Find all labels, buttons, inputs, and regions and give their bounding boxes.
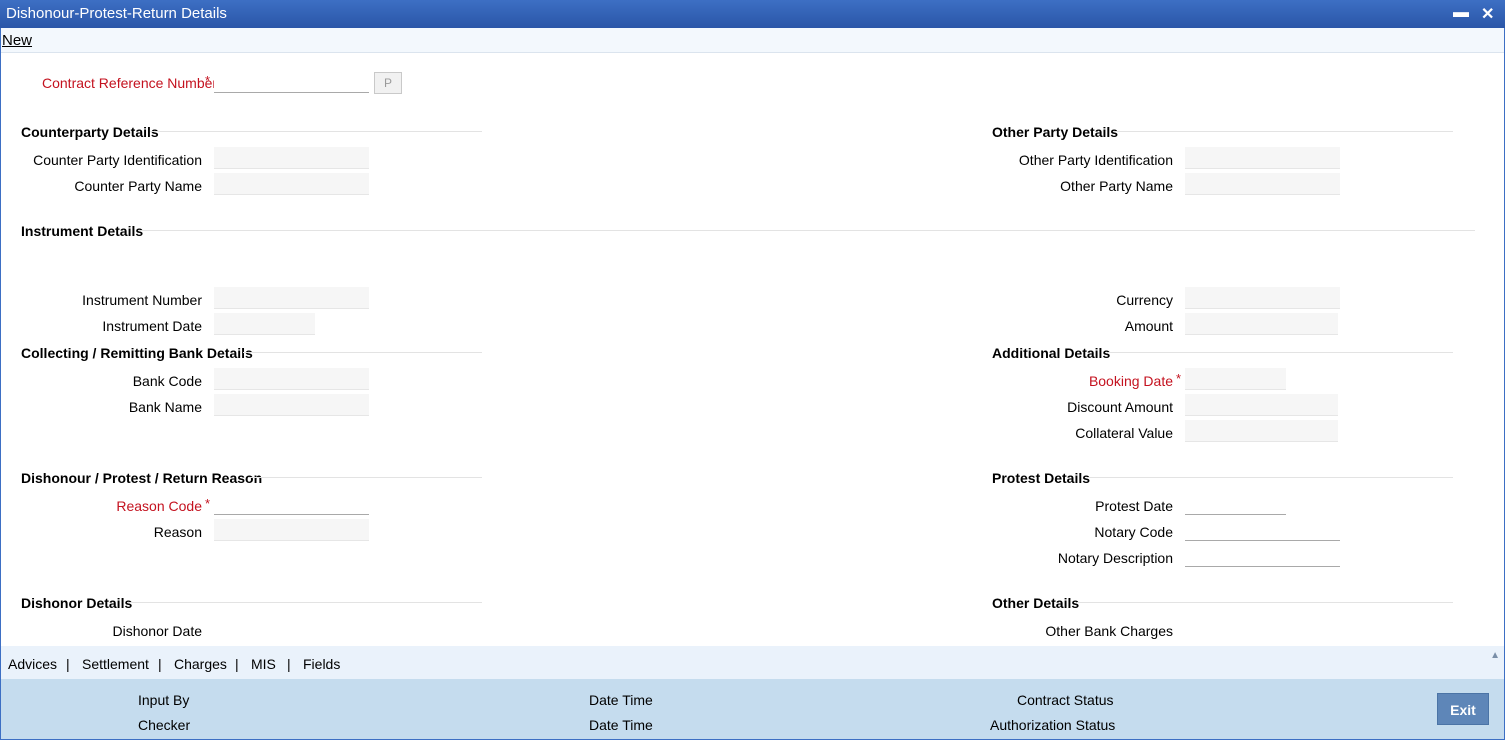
other-party-name-label: Other Party Name [1060,178,1173,194]
section-divider [248,477,482,478]
pick-contract-button[interactable]: P [374,72,402,94]
dishonor-date-label: Dishonor Date [112,623,203,639]
section-divider [1087,477,1453,478]
instrument-number-field [214,287,369,309]
additional-section-heading: Additional Details [992,345,1111,361]
section-divider [1077,602,1453,603]
counter-party-id-field [214,147,369,169]
dishonor-section-heading: Dishonor Details [21,595,133,611]
subsystem-tab-bar: Advices | Settlement | Charges | MIS | F… [1,646,1504,679]
tab-charges[interactable]: Charges [174,656,227,672]
notary-description-label: Notary Description [1057,550,1173,566]
audit-footer: Input By Checker Date Time Date Time Con… [1,679,1504,739]
currency-field [1185,287,1340,309]
counter-party-id-label: Counter Party Identification [33,152,202,168]
date-time-label: Date Time [589,717,653,733]
contract-reference-label: Contract Reference Number [42,75,218,91]
section-divider [138,230,1475,231]
other-party-section-heading: Other Party Details [992,124,1119,140]
bank-name-field [214,394,369,416]
tab-separator: | [235,656,239,672]
tab-advices[interactable]: Advices [8,656,57,672]
discount-amount-label: Discount Amount [1067,399,1173,415]
authorization-status-label: Authorization Status [990,717,1116,733]
protest-section-heading: Protest Details [992,470,1091,486]
contract-status-label: Contract Status [1017,692,1114,708]
counterparty-section-heading: Counterparty Details [21,124,159,140]
tab-fields[interactable]: Fields [303,656,340,672]
tab-separator: | [66,656,70,672]
collateral-value-label: Collateral Value [1075,425,1173,441]
other-party-id-label: Other Party Identification [1018,152,1173,168]
bank-code-label: Bank Code [132,373,202,389]
menu-bar: New [1,28,1504,53]
booking-date-field [1185,368,1286,390]
bank-name-label: Bank Name [128,399,202,415]
bank-code-field [214,368,369,390]
instrument-date-label: Instrument Date [102,318,202,334]
counter-party-name-field [214,173,369,195]
checker-label: Checker [138,717,191,733]
instrument-section-heading: Instrument Details [21,223,144,239]
reason-section-heading: Dishonour / Protest / Return Reason [21,470,263,486]
protest-date-input[interactable] [1185,493,1286,515]
tab-separator: | [158,656,162,672]
amount-label: Amount [1124,318,1173,334]
reason-label: Reason [153,524,202,540]
bank-section-heading: Collecting / Remitting Bank Details [21,345,253,361]
tab-mis[interactable]: MIS [251,656,276,672]
notary-code-input[interactable] [1185,519,1340,541]
required-marker: * [205,73,211,88]
section-divider [127,602,482,603]
counter-party-name-label: Counter Party Name [74,178,202,194]
required-marker: * [205,496,211,511]
window-title: Dishonour-Protest-Return Details [6,5,227,22]
collateral-value-field [1185,420,1338,442]
exit-button[interactable]: Exit [1437,693,1489,725]
currency-label: Currency [1116,292,1173,308]
section-divider [1113,131,1453,132]
booking-date-label: Booking Date [1088,373,1173,389]
protest-date-label: Protest Date [1095,498,1173,514]
input-by-label: Input By [138,692,190,708]
reason-field [214,519,369,541]
other-party-name-field [1185,173,1340,195]
reason-code-label: Reason Code [116,498,202,514]
required-marker: * [1176,371,1182,386]
tab-settlement[interactable]: Settlement [82,656,149,672]
close-icon[interactable]: ✕ [1481,4,1494,24]
other-party-id-field [1185,147,1340,169]
tab-separator: | [287,656,291,672]
notary-code-label: Notary Code [1094,524,1173,540]
window-titlebar: Dishonour-Protest-Return Details ▬ ✕ [0,0,1505,28]
amount-field [1185,313,1338,335]
date-time-label: Date Time [589,692,653,708]
contract-reference-input[interactable] [214,71,369,93]
instrument-number-label: Instrument Number [82,292,202,308]
other-bank-charges-label: Other Bank Charges [1045,623,1173,639]
instrument-date-field [214,313,315,335]
reason-code-input[interactable] [214,493,369,515]
section-divider [150,131,482,132]
minimize-icon[interactable]: ▬ [1453,4,1469,22]
new-menu-item[interactable]: New [2,32,32,49]
notary-description-input[interactable] [1185,545,1340,567]
discount-amount-field [1185,394,1338,416]
section-divider [243,352,482,353]
scroll-up-icon[interactable]: ▲ [1490,650,1500,661]
other-details-section-heading: Other Details [992,595,1080,611]
section-divider [1107,352,1453,353]
